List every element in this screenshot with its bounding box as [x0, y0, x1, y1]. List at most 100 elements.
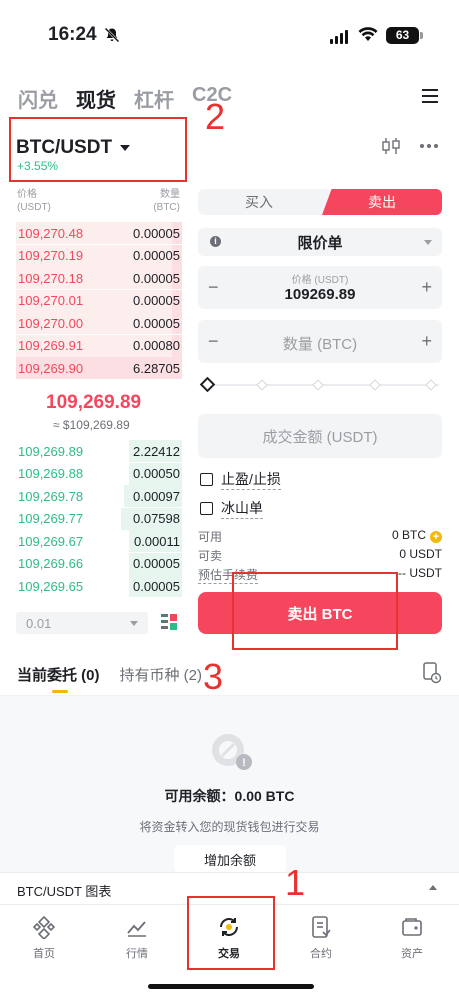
amount-slider[interactable]	[199, 376, 439, 393]
annotation-box-trade	[187, 896, 275, 970]
candlestick-chart-icon[interactable]	[381, 137, 401, 155]
nav-markets-label: 行情	[126, 948, 148, 960]
checkbox-icon[interactable]	[200, 502, 213, 515]
svg-text:!: !	[242, 757, 246, 769]
ask-price: 109,269.90	[18, 360, 84, 376]
ask-row[interactable]: 109,270.00 0.00005	[16, 312, 182, 334]
ask-quantity: 0.00080	[133, 338, 180, 353]
nav-assets[interactable]: 资产	[382, 915, 442, 961]
bid-row[interactable]: 109,269.65 0.00005	[16, 575, 182, 597]
ask-quantity: 0.00005	[133, 225, 180, 241]
nav-assets-label: 资产	[401, 948, 423, 960]
nav-futures[interactable]: 合约	[291, 915, 351, 961]
fee-value: -- USDT	[398, 566, 442, 580]
available-row: 可用 0 BTC +	[198, 528, 442, 545]
ask-row[interactable]: 109,270.48 0.00005	[16, 222, 182, 244]
quantity-placeholder: 数量 (BTC)	[282, 336, 358, 353]
nav-markets[interactable]: 行情	[107, 915, 167, 961]
last-price[interactable]: 109,269.89	[46, 392, 141, 414]
bid-quantity: 0.00005	[133, 556, 180, 571]
sell-tab[interactable]: 卖出	[322, 189, 442, 215]
caret-up-icon[interactable]	[429, 885, 437, 890]
ask-row[interactable]: 109,269.90 6.28705	[16, 357, 182, 379]
order-type-value: 限价单	[297, 234, 343, 252]
order-type-select[interactable]: i 限价单	[198, 228, 442, 256]
slider-tick-25[interactable]	[256, 379, 268, 391]
bid-price: 109,269.77	[18, 511, 84, 526]
available-wrap: 0 BTC +	[392, 528, 442, 545]
bid-row[interactable]: 109,269.77 0.07598	[16, 507, 182, 530]
bid-price: 109,269.65	[18, 578, 84, 594]
tab-holdings[interactable]: 持有币种 (2)	[120, 664, 203, 685]
price-header-label: 价格	[17, 189, 37, 200]
depth-precision-value: 0.01	[26, 615, 52, 631]
depth-precision-select[interactable]: 0.01	[16, 612, 148, 634]
price-header-unit: (USDT)	[17, 202, 51, 213]
tp-sl-checkbox[interactable]: 止盈/止损	[200, 469, 281, 490]
transfer-hint: 将资金转入您的现货钱包进行交易	[139, 820, 320, 834]
bid-price: 109,269.88	[18, 466, 84, 481]
wifi-icon	[358, 27, 378, 41]
menu-icon[interactable]	[422, 89, 438, 103]
sellable-value: 0 USDT	[399, 547, 442, 561]
available-balance: 可用余额：0.00 BTC	[164, 788, 295, 804]
quantity-input[interactable]: − 数量 (BTC) +	[198, 320, 442, 363]
bid-row[interactable]: 109,269.78 0.00097	[16, 485, 182, 507]
price-input[interactable]: − 价格 (USDT) 109269.89 +	[198, 266, 442, 309]
ask-quantity: 0.00005	[133, 315, 180, 331]
tab-convert[interactable]: 闪兑	[18, 84, 58, 113]
bid-row[interactable]: 109,269.88 0.00050	[16, 462, 182, 485]
ask-quantity: 0.00005	[133, 293, 180, 308]
slider-track[interactable]	[209, 384, 439, 386]
bid-price: 109,269.89	[18, 443, 84, 459]
ask-row[interactable]: 109,269.91 0.00080	[16, 334, 182, 357]
bid-quantity: 0.07598	[133, 511, 180, 526]
bid-row[interactable]: 109,269.89 2.22412	[16, 440, 182, 462]
annotation-number-1: 1	[285, 862, 306, 903]
tab-margin[interactable]: 杠杆	[134, 84, 174, 113]
slider-tick-75[interactable]	[369, 379, 381, 391]
futures-icon	[312, 916, 331, 938]
tab-spot[interactable]: 现货	[76, 84, 116, 113]
bid-quantity: 0.00011	[133, 533, 180, 549]
price-input-value[interactable]: 109269.89	[198, 286, 442, 303]
slider-tick-50[interactable]	[312, 379, 324, 391]
bid-row[interactable]: 109,269.67 0.00011	[16, 530, 182, 552]
ask-price: 109,270.00	[18, 315, 84, 331]
order-history-icon[interactable]	[422, 662, 442, 684]
slider-handle[interactable]	[199, 376, 216, 393]
info-icon[interactable]: i	[210, 236, 221, 247]
bid-price: 109,269.66	[18, 556, 84, 571]
signal-icon	[330, 30, 348, 44]
price-input-label: 价格 (USDT)	[291, 275, 349, 286]
bell-muted-icon	[104, 27, 120, 43]
add-funds-icon[interactable]: +	[430, 531, 442, 543]
chart-bar-label: BTC/USDT 图表	[17, 884, 112, 899]
total-amount-input[interactable]: 成交金额 (USDT)	[198, 414, 442, 458]
last-price-usd: ≈ $109,269.89	[53, 418, 130, 432]
bid-row[interactable]: 109,269.66 0.00005	[16, 552, 182, 575]
orderbook-layout-icon[interactable]	[160, 613, 178, 631]
add-balance-button[interactable]: 增加余额	[174, 845, 286, 873]
ask-price: 109,270.18	[18, 270, 84, 286]
buy-tab[interactable]: 买入	[198, 189, 320, 215]
caret-down-icon	[424, 240, 432, 245]
orders-tabs: 当前委托 (0) 持有币种 (2)	[17, 664, 202, 685]
available-label: 可用	[198, 530, 223, 544]
bid-quantity: 0.00005	[133, 578, 180, 594]
tab-open-orders[interactable]: 当前委托 (0)	[17, 664, 100, 685]
ask-row[interactable]: 109,270.18 0.00005	[16, 267, 182, 289]
iceberg-checkbox[interactable]: 冰山单	[200, 498, 263, 519]
battery-indicator: 63	[386, 27, 419, 44]
ask-row[interactable]: 109,270.19 0.00005	[16, 244, 182, 267]
nav-home[interactable]: 首页	[14, 915, 74, 961]
price-increment-button[interactable]: +	[421, 277, 432, 298]
battery-nub	[420, 32, 423, 39]
more-options-icon[interactable]	[420, 144, 438, 148]
ask-row[interactable]: 109,270.01 0.00005	[16, 289, 182, 312]
slider-tick-100[interactable]	[425, 379, 437, 391]
buy-sell-toggle: 买入 卖出	[198, 189, 442, 215]
annotation-box-pair	[9, 117, 187, 182]
checkbox-icon[interactable]	[200, 473, 213, 486]
quantity-increment-button[interactable]: +	[421, 331, 432, 352]
